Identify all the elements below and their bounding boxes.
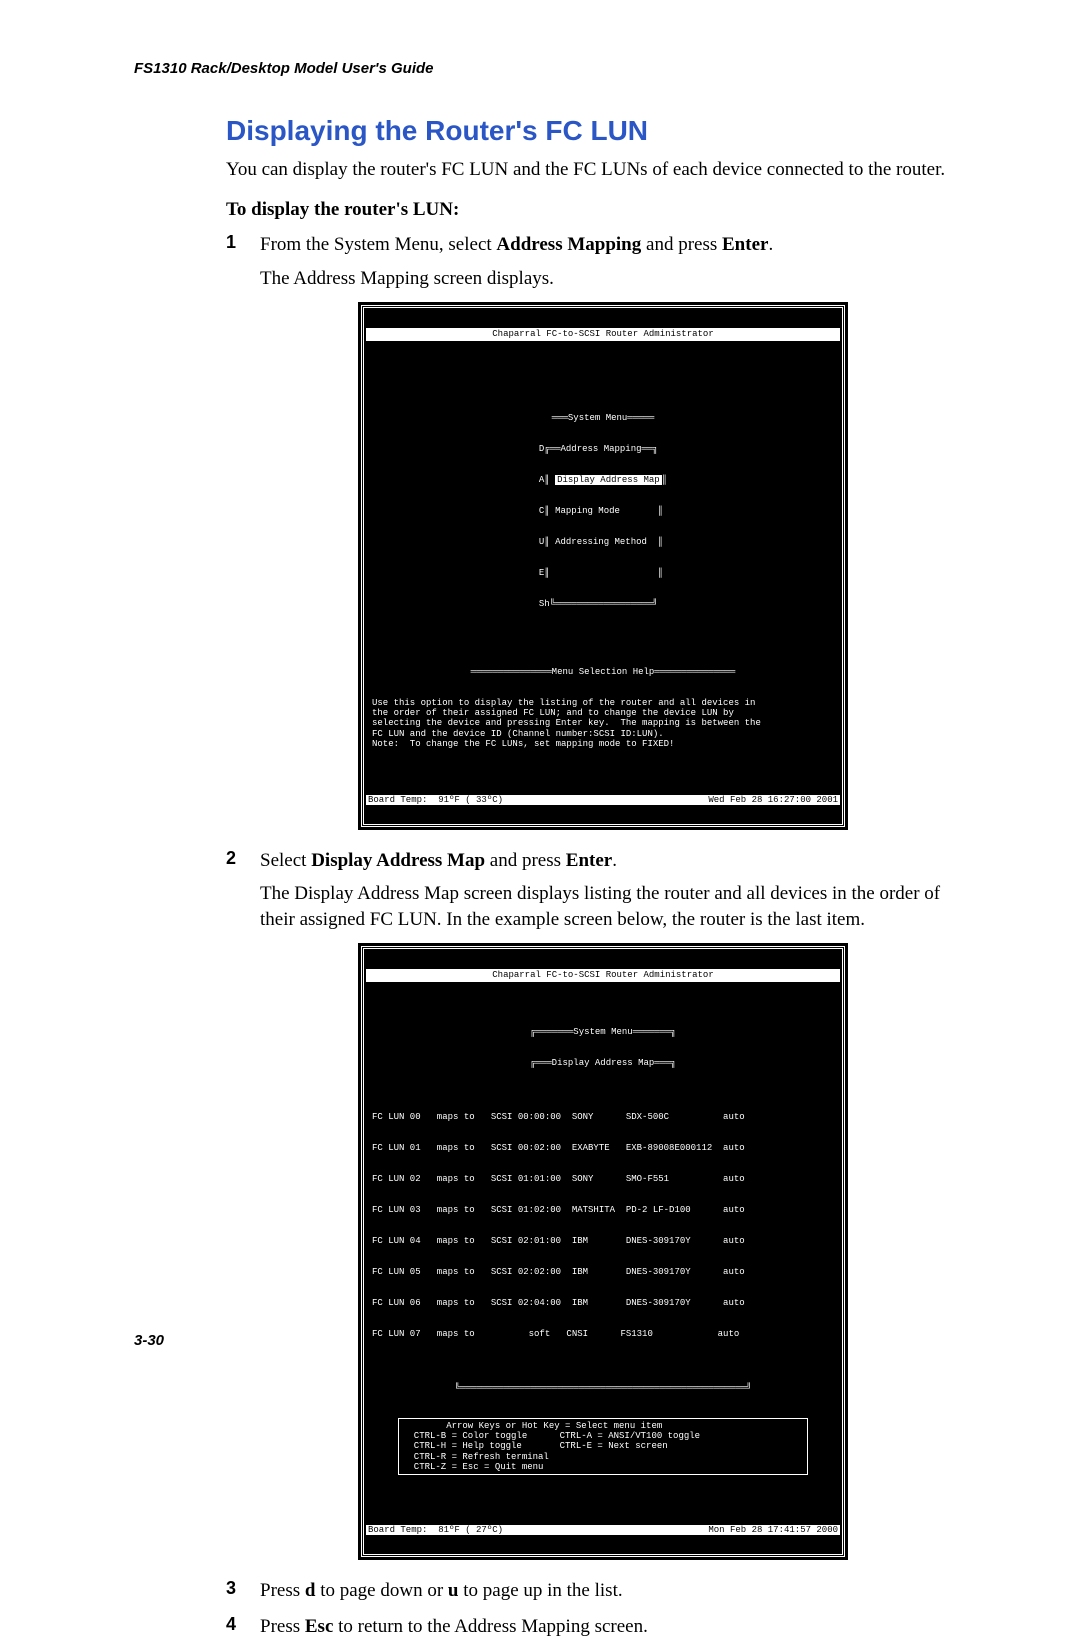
term2-footer-left: Board Temp: 81ºF ( 27ºC) (368, 1525, 503, 1535)
term2-title: Chaparral FC-to-SCSI Router Administrato… (366, 969, 840, 981)
term2-menu-title: ╔═══════System Menu═══════╗ (368, 1027, 838, 1037)
step-1-line2: The Address Mapping screen displays. (260, 266, 946, 292)
sub-heading: To display the router's LUN: (226, 197, 946, 223)
page-number: 3-30 (134, 1332, 164, 1349)
steps-list: 1 From the System Menu, select Address M… (226, 232, 946, 1639)
step-2-line2: The Display Address Map screen displays … (260, 881, 946, 932)
table-row: FC LUN 02 maps to SCSI 01:01:00 SONY SMO… (372, 1174, 834, 1184)
term1-menu: ═══System Menu═════ D╔══Address Mapping═… (539, 392, 667, 630)
step-number: 2 (226, 848, 236, 869)
term2-help-body: Arrow Keys or Hot Key = Select menu item… (398, 1418, 808, 1476)
step-3: 3 Press d to page down or u to page up i… (226, 1578, 946, 1604)
table-row: FC LUN 06 maps to SCSI 02:04:00 IBM DNES… (372, 1298, 834, 1308)
table-row: FC LUN 01 maps to SCSI 00:02:00 EXABYTE … (372, 1143, 834, 1153)
step-body: Select Display Address Map and press Ent… (260, 848, 946, 1560)
term2-footer: Board Temp: 81ºF ( 27ºC) Mon Feb 28 17:4… (366, 1525, 840, 1535)
terminal-address-map: Chaparral FC-to-SCSI Router Administrato… (358, 943, 848, 1560)
table-row: FC LUN 00 maps to SCSI 00:00:00 SONY SDX… (372, 1112, 834, 1122)
term1-body: ═══System Menu═════ D╔══Address Mapping═… (364, 365, 842, 770)
term2-footer-right: Mon Feb 28 17:41:57 2000 (708, 1525, 838, 1535)
term1-help-body: Use this option to display the listing o… (372, 698, 834, 750)
term1-footer: Board Temp: 91ºF ( 33ºC) Wed Feb 28 16:2… (366, 795, 840, 805)
step-body: From the System Menu, select Address Map… (260, 232, 946, 829)
terminal-address-mapping: Chaparral FC-to-SCSI Router Administrato… (358, 302, 848, 830)
table-row: FC LUN 04 maps to SCSI 02:01:00 IBM DNES… (372, 1236, 834, 1246)
step-4-line: Press Esc to return to the Address Mappi… (260, 1614, 946, 1639)
section-title: Displaying the Router's FC LUN (226, 115, 946, 147)
step-1-line1: From the System Menu, select Address Map… (260, 232, 946, 258)
step-number: 4 (226, 1614, 236, 1635)
table-row: FC LUN 03 maps to SCSI 01:02:00 MATSHITA… (372, 1205, 834, 1215)
step-3-line: Press d to page down or u to page up in … (260, 1578, 946, 1604)
step-2-line1: Select Display Address Map and press Ent… (260, 848, 946, 874)
term2-body: ╔═══════System Menu═══════╗ ╔═══Display … (364, 1006, 842, 1500)
content: Displaying the Router's FC LUN You can d… (226, 115, 946, 1639)
step-1: 1 From the System Menu, select Address M… (226, 232, 946, 829)
table-row: FC LUN 05 maps to SCSI 02:02:00 IBM DNES… (372, 1267, 834, 1277)
running-header: FS1310 Rack/Desktop Model User's Guide (134, 60, 946, 77)
step-body: Press Esc to return to the Address Mappi… (260, 1614, 946, 1639)
step-number: 3 (226, 1578, 236, 1599)
term1-help-title: ═══════════════Menu Selection Help══════… (368, 667, 838, 677)
term1-title: Chaparral FC-to-SCSI Router Administrato… (366, 328, 840, 340)
intro-paragraph: You can display the router's FC LUN and … (226, 157, 946, 183)
table-row: FC LUN 07 maps to soft CNSI FS1310 auto (372, 1329, 834, 1339)
term1-footer-left: Board Temp: 91ºF ( 33ºC) (368, 795, 503, 805)
term2-map-title: ╔═══Display Address Map═══╗ (368, 1058, 838, 1068)
step-2: 2 Select Display Address Map and press E… (226, 848, 946, 1560)
term1-footer-right: Wed Feb 28 16:27:00 2001 (708, 795, 838, 805)
term2-map-table: FC LUN 00 maps to SCSI 00:00:00 SONY SDX… (372, 1091, 834, 1360)
step-4: 4 Press Esc to return to the Address Map… (226, 1614, 946, 1639)
page: FS1310 Rack/Desktop Model User's Guide D… (0, 0, 1080, 1397)
step-number: 1 (226, 232, 236, 253)
step-body: Press d to page down or u to page up in … (260, 1578, 946, 1604)
